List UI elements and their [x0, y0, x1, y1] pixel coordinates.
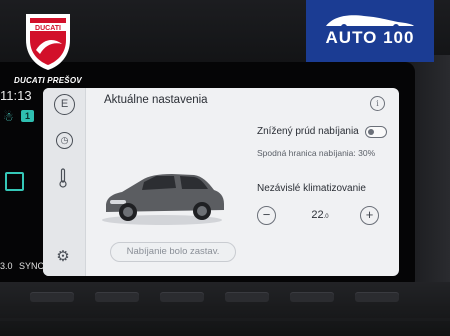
charge-limit-label[interactable]: Spodná hranica nabíjania: 30% — [257, 148, 375, 158]
passenger-count-badge: 1 — [21, 110, 34, 122]
clock-icon[interactable]: ◷ — [56, 132, 73, 149]
auto100-badge: AUTO 100 — [306, 0, 434, 62]
clock: 11:13 — [0, 88, 32, 103]
vent-slat — [0, 318, 450, 321]
person-icon: ☃ — [3, 110, 14, 124]
temperature-decimal: .0 — [323, 214, 329, 220]
console-button[interactable] — [290, 292, 334, 302]
car-image — [102, 174, 224, 225]
toggle-knob — [368, 129, 374, 135]
temperature-decrease-button[interactable]: − — [257, 206, 276, 225]
console-button[interactable] — [160, 292, 204, 302]
ducati-logo: DUCATI — [26, 14, 70, 70]
reduced-current-toggle[interactable] — [365, 126, 387, 138]
ducati-caption: DUCATI PREŠOV — [14, 76, 82, 85]
page-title: Aktuálne nastavenia — [104, 94, 208, 106]
reduced-current-label: Znížený prúd nabíjania — [257, 126, 359, 137]
temperature-value: 22.0 — [305, 209, 335, 221]
console-button[interactable] — [355, 292, 399, 302]
sync-button[interactable]: SYNC — [19, 261, 44, 271]
settings-icon[interactable]: ⚙ — [52, 246, 74, 268]
console-button[interactable] — [95, 292, 139, 302]
thermometer-icon[interactable] — [52, 168, 74, 190]
svg-text:DUCATI: DUCATI — [35, 25, 61, 32]
temperature-integer: 22 — [311, 209, 324, 221]
console-button[interactable] — [225, 292, 269, 302]
charging-status-button[interactable]: Nabíjanie bolo zastav. — [110, 242, 236, 262]
climate-label: Nezávislé klimatizovanie — [257, 183, 366, 194]
vent-slat — [0, 306, 450, 309]
climate-temperature-readout[interactable]: 3.0 — [0, 261, 13, 271]
auto100-text: AUTO 100 — [325, 28, 415, 47]
e-mode-icon[interactable]: E — [54, 94, 75, 115]
side-rail: E ◷ ⚙ — [43, 88, 86, 276]
shortcut-button[interactable] — [5, 172, 24, 191]
charging-settings-app: E ◷ ⚙ Aktuálne nastavenia i Znížený prúd… — [43, 88, 399, 276]
bottom-console — [0, 282, 450, 336]
temperature-increase-button[interactable]: + — [360, 206, 379, 225]
console-button[interactable] — [30, 292, 74, 302]
info-icon[interactable]: i — [370, 96, 385, 111]
